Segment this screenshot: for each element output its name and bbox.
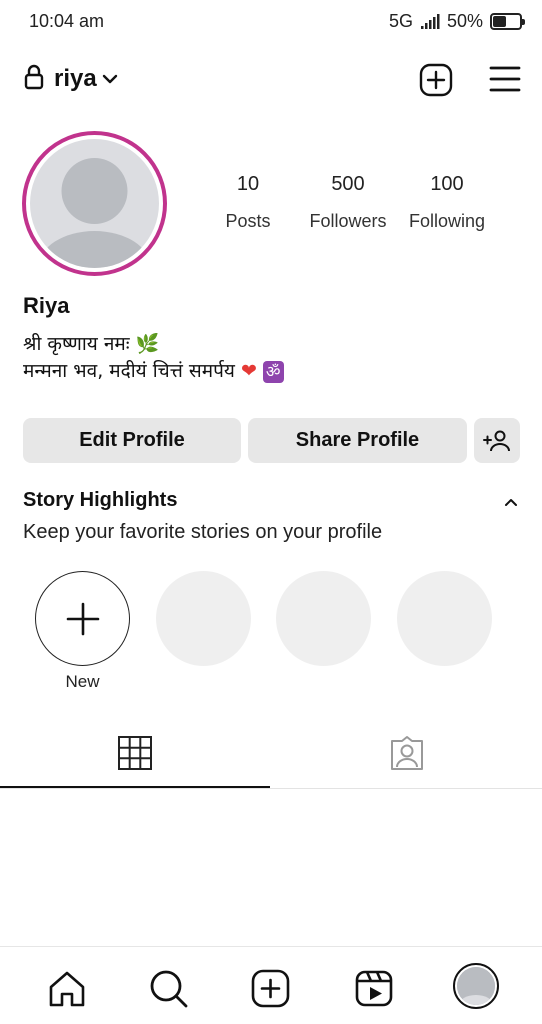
profile-avatar <box>30 139 159 268</box>
stat-value: 500 <box>331 173 365 195</box>
home-icon[interactable] <box>47 969 87 1014</box>
display-name: Riya <box>23 293 70 318</box>
tab-posts-grid[interactable] <box>0 730 270 788</box>
bio-line: श्री कृष्णाय नमः 🌿 <box>23 330 159 356</box>
menu-icon[interactable] <box>489 65 521 98</box>
search-icon[interactable] <box>149 969 189 1014</box>
plus-icon <box>66 602 99 635</box>
stat-label: Following <box>408 211 486 231</box>
edit-profile-button[interactable]: Edit Profile <box>23 418 241 463</box>
reels-icon[interactable] <box>355 969 395 1014</box>
bio-line: मन्मना भव, मदीयं चित्तं समर्पय ❤ ॐ <box>23 357 284 383</box>
grid-icon <box>118 736 152 770</box>
profile-tabs <box>0 730 542 789</box>
story-highlights-title: Story Highlights <box>23 489 178 511</box>
stat-following[interactable]: 100 Following <box>392 172 502 232</box>
add-person-icon <box>483 430 510 451</box>
new-highlight-label: New <box>65 672 100 691</box>
status-time: 10:04 am <box>29 11 105 31</box>
network-label: 5G <box>388 11 413 31</box>
default-person-icon <box>38 158 151 268</box>
leaf-emoji-icon: 🌿 <box>135 333 160 355</box>
battery-fill <box>493 16 506 27</box>
heart-emoji-icon: ❤ <box>240 360 257 382</box>
highlight-placeholder <box>397 571 492 666</box>
status-indicators: 5G 50% <box>388 11 525 32</box>
stat-followers[interactable]: 500 Followers <box>293 172 403 232</box>
default-person-icon <box>457 967 495 1005</box>
username-switcher[interactable]: riya <box>54 65 97 93</box>
bio-text: मन्मना भव, मदीयं चित्तं समर्पय <box>23 360 235 382</box>
profile-tab-avatar <box>457 967 495 1005</box>
discover-people-button[interactable] <box>474 418 520 463</box>
chevron-down-icon[interactable] <box>102 72 118 90</box>
battery-icon <box>490 13 525 30</box>
stat-value: 100 <box>430 173 464 195</box>
stat-label: Posts <box>225 211 271 231</box>
om-emoji-icon: ॐ <box>262 360 284 383</box>
chevron-up-icon[interactable] <box>503 495 519 513</box>
new-post-icon[interactable] <box>419 63 453 102</box>
tagged-icon <box>391 736 423 770</box>
battery-percent: 50% <box>446 11 483 31</box>
lock-icon <box>24 64 44 95</box>
highlight-placeholder <box>276 571 371 666</box>
stat-posts[interactable]: 10 Posts <box>193 172 303 232</box>
stat-value: 10 <box>236 173 260 195</box>
tab-tagged[interactable] <box>272 730 542 788</box>
new-highlight-button[interactable] <box>35 571 130 666</box>
status-bar: 10:04 am 5G 50% <box>0 0 542 44</box>
highlight-placeholder <box>156 571 251 666</box>
signal-icon <box>420 13 440 30</box>
profile-header: riya <box>0 56 542 102</box>
story-highlights-subtitle: Keep your favorite stories on your profi… <box>23 521 383 543</box>
profile-avatar[interactable] <box>453 963 499 1009</box>
stat-label: Followers <box>309 211 387 231</box>
bio-text: श्री कृष्णाय नमः <box>23 333 130 355</box>
share-profile-button[interactable]: Share Profile <box>248 418 467 463</box>
bottom-navigation <box>0 946 542 1024</box>
profile-avatar-ring[interactable] <box>22 131 167 276</box>
create-icon[interactable] <box>251 969 291 1014</box>
